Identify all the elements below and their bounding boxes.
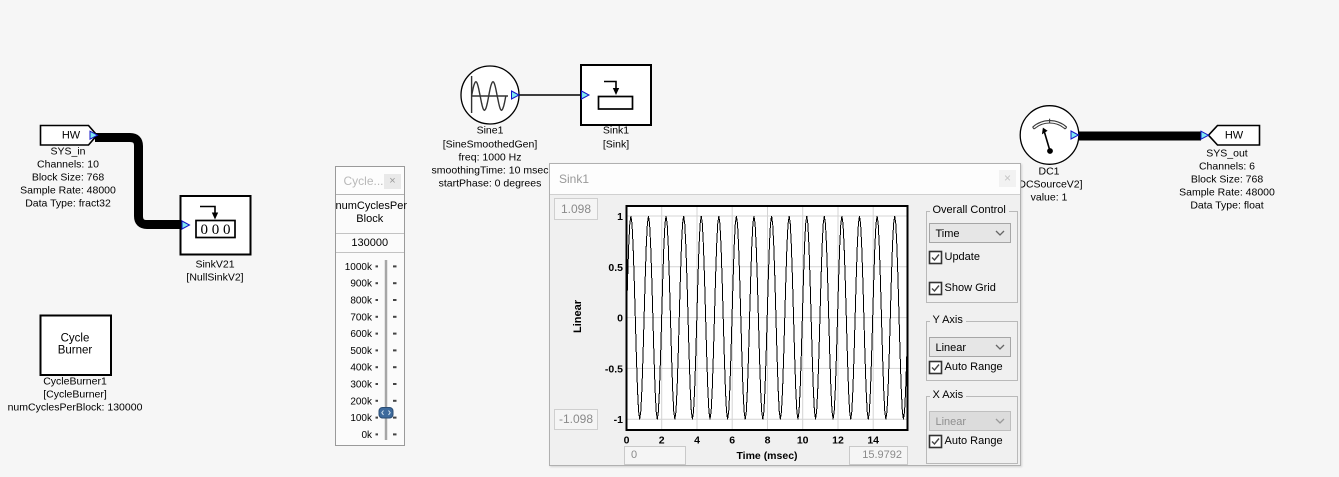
svg-text:700k: 700k	[350, 312, 373, 323]
svg-text:0 0 0: 0 0 0	[201, 222, 231, 238]
svg-text:-0.5: -0.5	[605, 363, 623, 375]
svg-text:Time (msec): Time (msec)	[736, 450, 797, 462]
svg-text:400k: 400k	[350, 363, 373, 374]
svg-text:100k: 100k	[350, 413, 373, 424]
svg-text:0: 0	[624, 435, 630, 447]
svg-text:1000k: 1000k	[344, 262, 372, 273]
svg-text:2: 2	[659, 435, 665, 447]
svg-text:12: 12	[832, 435, 844, 447]
svg-text:900k: 900k	[350, 279, 373, 290]
svg-text:0k: 0k	[361, 430, 373, 441]
svg-text:800k: 800k	[350, 296, 373, 307]
svg-text:200k: 200k	[350, 396, 373, 407]
svg-text:4: 4	[694, 435, 700, 447]
svg-text:-1: -1	[614, 414, 623, 426]
svg-text:600k: 600k	[350, 329, 373, 340]
svg-text:500k: 500k	[350, 346, 373, 357]
svg-text:1: 1	[617, 211, 623, 223]
svg-text:10: 10	[797, 435, 809, 447]
svg-text:300k: 300k	[350, 380, 373, 391]
svg-text:14: 14	[867, 435, 879, 447]
svg-text:6: 6	[729, 435, 735, 447]
svg-text:0: 0	[617, 313, 623, 325]
svg-text:0.5: 0.5	[608, 262, 623, 274]
svg-text:8: 8	[765, 435, 771, 447]
